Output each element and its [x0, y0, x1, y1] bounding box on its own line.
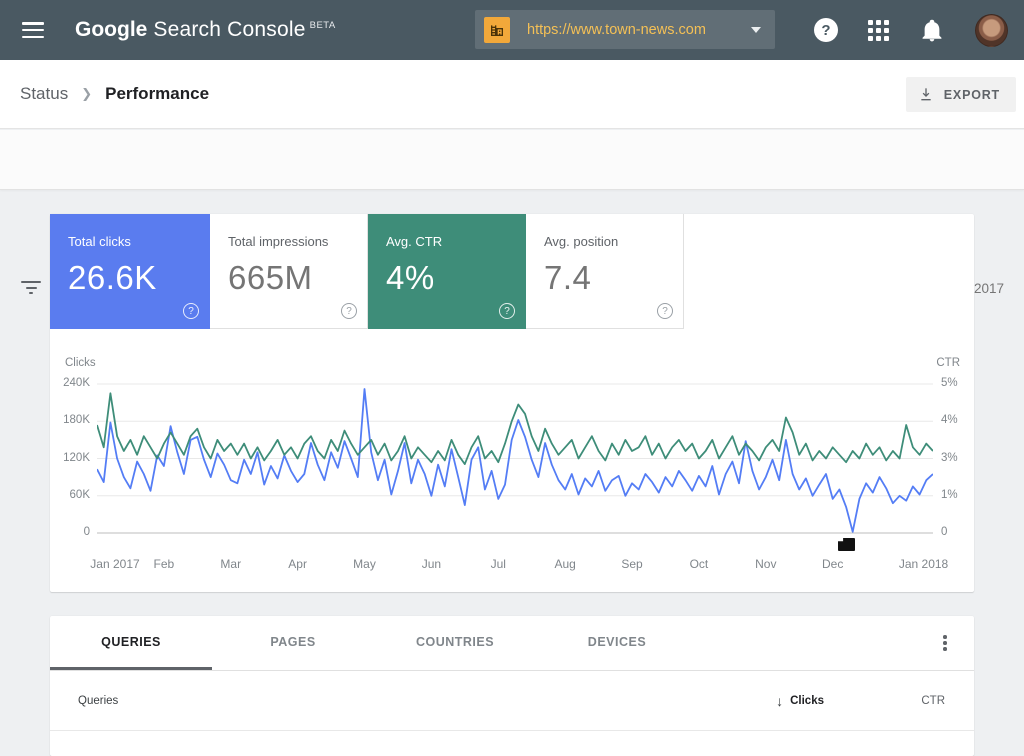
menu-icon[interactable] [22, 22, 44, 38]
metric-tile-avg-ctr[interactable]: Avg. CTR 4% ? [368, 214, 526, 329]
left-axis-tick: 60K [69, 488, 90, 501]
sort-arrow-icon: ↓ [776, 692, 784, 709]
tab-countries[interactable]: COUNTRIES [374, 616, 536, 670]
metric-tiles: Total clicks 26.6K ? Total impressions 6… [50, 214, 684, 329]
logo-beta: BETA [309, 20, 336, 31]
x-axis-month-label: Mar [220, 557, 242, 571]
x-axis-month-label: Sep [621, 557, 643, 571]
more-options-icon[interactable] [936, 634, 954, 652]
page-title: Performance [105, 84, 210, 103]
help-question-icon[interactable]: ? [341, 303, 357, 319]
tab-devices[interactable]: DEVICES [536, 616, 698, 670]
property-building-icon [484, 16, 510, 43]
x-axis-month-label: Apr [288, 557, 307, 571]
breadcrumb-bar: Status ❯ Performance EXPORT [0, 60, 1024, 129]
table-header-row: Queries ↓ Clicks CTR [50, 671, 974, 731]
x-axis-month-label: Feb [153, 557, 175, 571]
app-bar: Google Search Console BETA https://www.to… [0, 0, 1024, 60]
x-axis-month-label: Nov [755, 557, 777, 571]
logo-rest: Search Console [153, 18, 306, 41]
breadcrumb-status[interactable]: Status [20, 84, 68, 104]
right-axis-tick: 4% [941, 414, 958, 427]
metric-label: Avg. CTR [386, 234, 443, 249]
dimension-tabs: QUERIES PAGES COUNTRIES DEVICES [50, 616, 974, 670]
left-axis-tick: 120K [63, 451, 90, 464]
metric-label: Avg. position [544, 234, 619, 249]
right-axis-title: CTR [936, 357, 960, 369]
column-header-queries[interactable]: Queries [50, 695, 776, 707]
left-axis-title: Clicks [65, 357, 96, 369]
metric-value: 7.4 [544, 259, 592, 296]
breadcrumb: Status ❯ Performance [20, 84, 209, 104]
chevron-down-icon [751, 26, 761, 33]
x-axis-month-label: Oct [689, 557, 709, 571]
right-axis-tick: 5% [941, 377, 958, 389]
x-axis-month-label: May [353, 557, 376, 571]
performance-chart-card: Total clicks 26.6K ? Total impressions 6… [50, 214, 974, 592]
metric-value: 4% [386, 259, 435, 296]
metric-tile-avg-position[interactable]: Avg. position 7.4 ? [526, 214, 684, 329]
left-axis-tick: 180K [63, 414, 90, 427]
metric-value: 665M [228, 259, 313, 296]
filter-bar: Search type: Web Date: Full duration + N… [0, 130, 1024, 304]
right-axis-tick: 3% [941, 451, 958, 464]
column-header-clicks[interactable]: ↓ Clicks [776, 693, 824, 709]
metric-tile-total-impressions[interactable]: Total impressions 665M ? [210, 214, 368, 329]
left-axis-tick: 0 [83, 526, 90, 538]
x-axis-month-label: Jun [421, 557, 442, 571]
breadcrumb-chevron-icon: ❯ [81, 86, 93, 101]
right-axis-tick: 0 [941, 526, 948, 538]
export-label: EXPORT [943, 87, 1000, 102]
tab-queries[interactable]: QUERIES [50, 616, 212, 670]
property-url: https://www.town-news.com [527, 21, 706, 38]
export-button[interactable]: EXPORT [905, 77, 1016, 112]
dimensions-table-card: QUERIES PAGES COUNTRIES DEVICES Queries … [50, 616, 974, 756]
help-question-icon[interactable]: ? [183, 303, 199, 319]
cursor-artifact [838, 538, 855, 551]
avatar[interactable] [975, 13, 1008, 47]
metric-label: Total clicks [68, 234, 131, 249]
left-axis-tick: 240K [63, 377, 90, 389]
x-axis-month-label: Jan 2018 [898, 557, 949, 571]
help-icon[interactable]: ? [814, 18, 838, 42]
help-question-icon[interactable]: ? [657, 303, 673, 319]
filter-icon[interactable] [21, 281, 41, 294]
right-axis-tick: 1% [941, 488, 958, 501]
apps-grid-icon[interactable] [868, 19, 889, 41]
metric-label: Total impressions [228, 234, 329, 249]
x-axis-month-label: Jan 2017 [90, 557, 140, 571]
help-question-icon[interactable]: ? [499, 303, 515, 319]
property-selector[interactable]: https://www.town-news.com [475, 10, 775, 49]
metric-value: 26.6K [68, 259, 157, 296]
x-axis-month-label: Jul [490, 557, 506, 571]
notifications-bell-icon[interactable] [919, 17, 945, 43]
logo-google: Google [75, 18, 148, 41]
metric-tile-total-clicks[interactable]: Total clicks 26.6K ? [50, 214, 210, 329]
tab-pages[interactable]: PAGES [212, 616, 374, 670]
x-axis-month-label: Aug [554, 557, 576, 571]
column-header-ctr[interactable]: CTR [824, 695, 974, 707]
app-logo: Google Search Console BETA [75, 18, 336, 42]
download-icon [921, 87, 931, 100]
x-axis-month-label: Dec [822, 557, 844, 571]
